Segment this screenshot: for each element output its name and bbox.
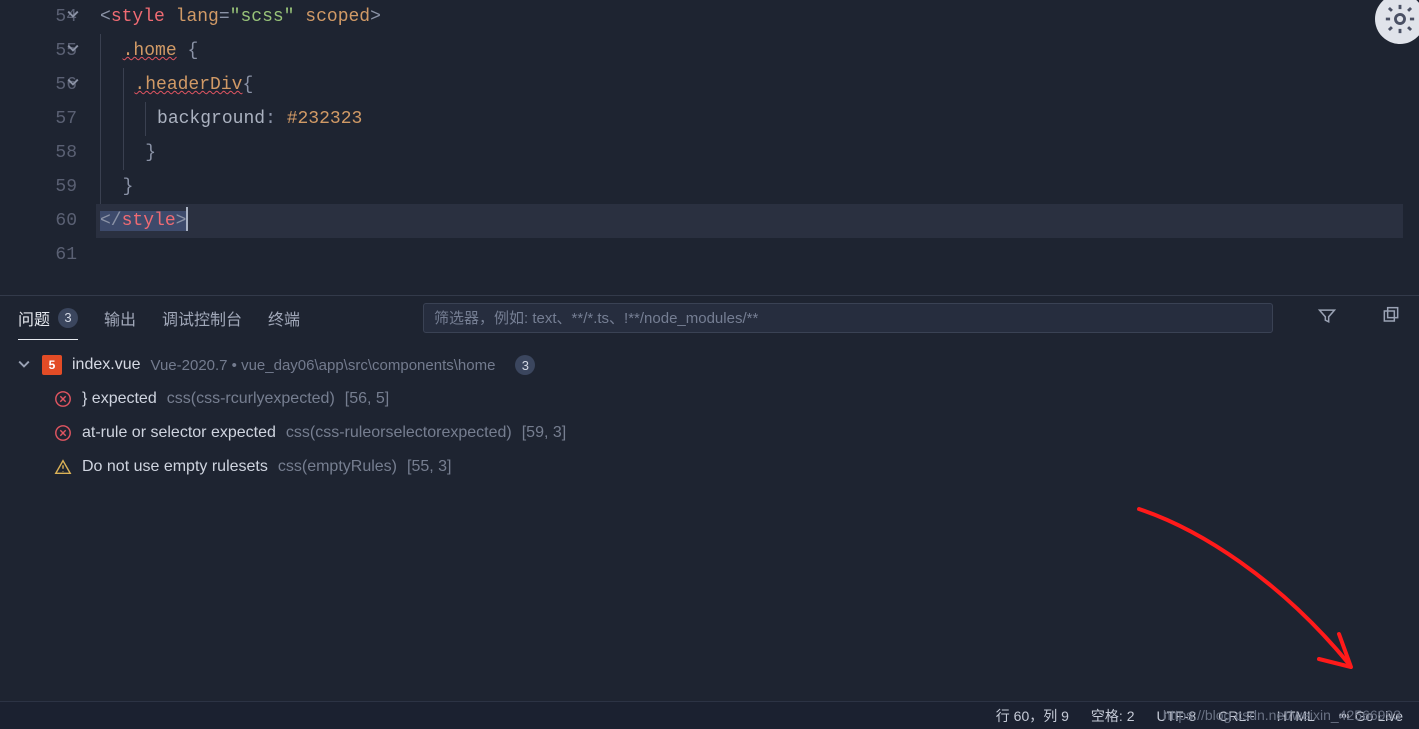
fold-chevron-icon[interactable] xyxy=(67,68,79,102)
problem-code: css(css-rcurlyexpected) xyxy=(167,390,335,408)
html-file-icon: 5 xyxy=(42,355,62,375)
bottom-panel: 问题 3 输出 调试控制台 终端 5 index.vue Vue-2020 xyxy=(0,295,1419,701)
tab-problems-label: 问题 xyxy=(18,306,50,330)
problem-location: [59, 3] xyxy=(522,424,566,442)
tab-output-label: 输出 xyxy=(104,306,136,330)
problem-item[interactable]: at-rule or selector expected css(css-rule… xyxy=(18,416,1401,450)
file-path: Vue-2020.7 • vue_day06\app\src\component… xyxy=(151,357,496,374)
fold-chevron-icon[interactable] xyxy=(67,34,79,68)
code-line[interactable]: background: #232323 xyxy=(100,102,1399,136)
line-number: 59 xyxy=(0,170,77,204)
code-line[interactable] xyxy=(100,238,1399,272)
code-line[interactable]: } xyxy=(100,170,1399,204)
line-number: 58 xyxy=(0,136,77,170)
problem-location: [56, 5] xyxy=(345,390,389,408)
tab-output[interactable]: 输出 xyxy=(104,296,136,340)
problem-message: at-rule or selector expected xyxy=(82,424,276,442)
problem-item[interactable]: Do not use empty rulesets css(emptyRules)… xyxy=(18,450,1401,484)
tab-debug-console[interactable]: 调试控制台 xyxy=(162,296,242,340)
problem-message: } expected xyxy=(82,390,157,408)
file-name: index.vue xyxy=(72,356,141,374)
problem-message: Do not use empty rulesets xyxy=(82,458,268,476)
warning-icon xyxy=(54,458,72,476)
line-number: 55 xyxy=(0,34,77,68)
problems-list: 5 index.vue Vue-2020.7 • vue_day06\app\s… xyxy=(0,340,1419,492)
problems-count-badge: 3 xyxy=(58,308,78,328)
file-issue-count: 3 xyxy=(515,355,535,375)
line-number: 56 xyxy=(0,68,77,102)
problems-filter-input[interactable] xyxy=(434,310,1262,327)
error-icon xyxy=(54,390,72,408)
line-number-gutter: 5455565758596061 xyxy=(0,0,95,272)
code-editor[interactable]: 5455565758596061 <style lang="scss" scop… xyxy=(0,0,1419,295)
tab-debug-label: 调试控制台 xyxy=(162,306,242,330)
code-line[interactable]: .home { xyxy=(100,34,1399,68)
error-icon xyxy=(54,424,72,442)
status-go-live[interactable]: Go Live xyxy=(1337,708,1403,724)
status-bar: 行 60，列 9 空格: 2 UTF-8 CRLF HTML Go Live xyxy=(0,701,1419,729)
status-eol[interactable]: CRLF xyxy=(1218,708,1255,724)
line-number: 54 xyxy=(0,0,77,34)
code-line[interactable]: <style lang="scss" scoped> xyxy=(100,0,1399,34)
problems-filter[interactable] xyxy=(423,303,1273,333)
status-indentation[interactable]: 空格: 2 xyxy=(1091,706,1135,726)
problems-file-row[interactable]: 5 index.vue Vue-2020.7 • vue_day06\app\s… xyxy=(18,348,1401,382)
line-number: 61 xyxy=(0,238,77,272)
tab-terminal[interactable]: 终端 xyxy=(268,296,300,340)
fold-chevron-icon[interactable] xyxy=(67,0,79,34)
code-line[interactable]: .headerDiv{ xyxy=(100,68,1399,102)
code-line[interactable]: } xyxy=(100,136,1399,170)
filter-icon[interactable] xyxy=(1317,306,1337,331)
panel-tabs: 问题 3 输出 调试控制台 终端 xyxy=(0,296,1419,340)
tab-problems[interactable]: 问题 3 xyxy=(18,296,78,340)
problem-location: [55, 3] xyxy=(407,458,451,476)
code-content[interactable]: <style lang="scss" scoped> .home { .head… xyxy=(100,0,1399,272)
problem-code: css(css-ruleorselectorexpected) xyxy=(286,424,512,442)
status-language[interactable]: HTML xyxy=(1277,708,1315,724)
collapse-all-icon[interactable] xyxy=(1381,306,1401,331)
chevron-down-icon[interactable] xyxy=(18,357,32,373)
line-number: 57 xyxy=(0,102,77,136)
status-cursor-position[interactable]: 行 60，列 9 xyxy=(996,706,1069,726)
line-number: 60 xyxy=(0,204,77,238)
problem-code: css(emptyRules) xyxy=(278,458,397,476)
status-encoding[interactable]: UTF-8 xyxy=(1157,708,1197,724)
code-line[interactable]: </style> xyxy=(100,204,1399,238)
problem-item[interactable]: } expected css(css-rcurlyexpected) [56, 5] xyxy=(18,382,1401,416)
tab-terminal-label: 终端 xyxy=(268,306,300,330)
